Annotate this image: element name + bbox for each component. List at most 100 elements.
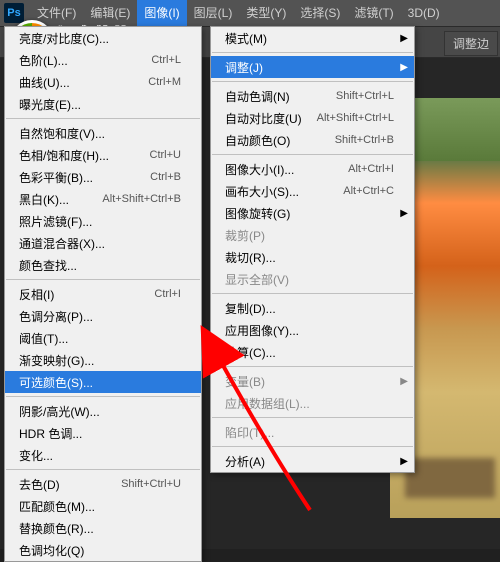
menu-separator: [212, 81, 413, 82]
menu-item[interactable]: 反相(I)Ctrl+I: [5, 283, 201, 305]
menu-item-label: 模式(M): [225, 30, 394, 47]
menu-shortcut: Ctrl+U: [150, 149, 181, 161]
menu-item[interactable]: 通道混合器(X)...: [5, 232, 201, 254]
menu-item[interactable]: 自动色调(N)Shift+Ctrl+L: [211, 85, 414, 107]
menu-item-label: 匹配颜色(M)...: [19, 498, 181, 515]
menu-item-label: 渐变映射(G)...: [19, 352, 181, 369]
menu-item[interactable]: 应用图像(Y)...: [211, 319, 414, 341]
menu-shortcut: Ctrl+I: [154, 288, 181, 300]
menu-item[interactable]: 阴影/高光(W)...: [5, 400, 201, 422]
menu-shortcut: Alt+Shift+Ctrl+L: [317, 112, 394, 124]
menu-item-label: 替换颜色(R)...: [19, 520, 181, 537]
menu-shortcut: Shift+Ctrl+U: [121, 478, 181, 490]
submenu-arrow-icon: ▶: [400, 376, 408, 387]
menu-item[interactable]: 分析(A) ▶: [211, 450, 414, 472]
menu-separator: [212, 446, 413, 447]
adjustments-submenu: 亮度/对比度(C)...色阶(L)...Ctrl+L曲线(U)...Ctrl+M…: [4, 26, 202, 562]
menu-item: 显示全部(V): [211, 268, 414, 290]
menu-item[interactable]: 替换颜色(R)...: [5, 517, 201, 539]
menu-item-label: 变化...: [19, 447, 181, 464]
menu-item-label: 调整(J): [225, 59, 394, 76]
menu-item[interactable]: 颜色查找...: [5, 254, 201, 276]
menu-item[interactable]: 自动颜色(O)Shift+Ctrl+B: [211, 129, 414, 151]
menu-shortcut: Ctrl+L: [151, 54, 181, 66]
menu-shortcut: Shift+Ctrl+B: [335, 134, 394, 146]
menu-item-label: 通道混合器(X)...: [19, 235, 181, 252]
menu-item[interactable]: 渐变映射(G)...: [5, 349, 201, 371]
menu-item-label: 黑白(K)...: [19, 191, 102, 208]
menu-item-label: 分析(A): [225, 453, 394, 470]
menu-shortcut: Alt+Ctrl+I: [348, 163, 394, 175]
menu-item-label: 自动颜色(O): [225, 132, 335, 149]
menu-item-label: 反相(I): [19, 286, 154, 303]
menu-item: 应用数据组(L)...: [211, 392, 414, 414]
menu-item[interactable]: 色调均化(Q): [5, 539, 201, 561]
submenu-arrow-icon: ▶: [400, 456, 408, 467]
menu-item[interactable]: 曲线(U)...Ctrl+M: [5, 71, 201, 93]
menu-item-label: 图像大小(I)...: [225, 161, 348, 178]
menu-item-label: 画布大小(S)...: [225, 183, 343, 200]
menu-separator: [6, 396, 200, 397]
menu-item[interactable]: 黑白(K)...Alt+Shift+Ctrl+B: [5, 188, 201, 210]
menu-separator: [6, 118, 200, 119]
menu-item[interactable]: 阈值(T)...: [5, 327, 201, 349]
menu-item-label: 曲线(U)...: [19, 74, 148, 91]
menu-item[interactable]: 去色(D)Shift+Ctrl+U: [5, 473, 201, 495]
menu-item[interactable]: 自动对比度(U)Alt+Shift+Ctrl+L: [211, 107, 414, 129]
menu-item-label: 照片滤镜(F)...: [19, 213, 181, 230]
menu-shortcut: Ctrl+M: [148, 76, 181, 88]
menu-item[interactable]: HDR 色调...: [5, 422, 201, 444]
menu-select[interactable]: 选择(S): [293, 0, 347, 26]
menu-shortcut: Ctrl+B: [150, 171, 181, 183]
menu-item: 陷印(T)...: [211, 421, 414, 443]
menu-item[interactable]: 照片滤镜(F)...: [5, 210, 201, 232]
menu-item-label: 色调均化(Q): [19, 542, 181, 559]
menu-item[interactable]: 色阶(L)...Ctrl+L: [5, 49, 201, 71]
menu-item-label: 阴影/高光(W)...: [19, 403, 181, 420]
menu-shortcut: Alt+Ctrl+C: [343, 185, 394, 197]
menu-item[interactable]: 色相/饱和度(H)...Ctrl+U: [5, 144, 201, 166]
menu-item-label: 应用数据组(L)...: [225, 395, 394, 412]
menu-item-label: 色阶(L)...: [19, 52, 151, 69]
menu-item[interactable]: 可选颜色(S)...: [5, 371, 201, 393]
menu-item[interactable]: 匹配颜色(M)...: [5, 495, 201, 517]
menu-3d[interactable]: 3D(D): [401, 0, 447, 26]
menu-separator: [6, 279, 200, 280]
menu-item[interactable]: 计算(C)...: [211, 341, 414, 363]
image-menu-dropdown: 模式(M)▶调整(J)▶自动色调(N)Shift+Ctrl+L自动对比度(U)A…: [210, 26, 415, 473]
menu-item-label: 曝光度(E)...: [19, 96, 181, 113]
menu-item[interactable]: 模式(M)▶: [211, 27, 414, 49]
menu-item[interactable]: 曝光度(E)...: [5, 93, 201, 115]
menu-item-label: 显示全部(V): [225, 271, 394, 288]
menu-item-label: 色彩平衡(B)...: [19, 169, 150, 186]
menu-item: 裁剪(P): [211, 224, 414, 246]
submenu-arrow-icon: ▶: [400, 62, 408, 73]
menu-item-label: 复制(D)...: [225, 300, 394, 317]
menu-item[interactable]: 亮度/对比度(C)...: [5, 27, 201, 49]
menu-separator: [212, 366, 413, 367]
menu-item[interactable]: 色调分离(P)...: [5, 305, 201, 327]
menu-item: 变量(B)▶: [211, 370, 414, 392]
menu-item[interactable]: 图像大小(I)...Alt+Ctrl+I: [211, 158, 414, 180]
menu-separator: [212, 293, 413, 294]
menu-item[interactable]: 画布大小(S)...Alt+Ctrl+C: [211, 180, 414, 202]
menu-layer[interactable]: 图层(L): [187, 0, 240, 26]
menu-item-label: 色相/饱和度(H)...: [19, 147, 150, 164]
menu-item[interactable]: 复制(D)...: [211, 297, 414, 319]
menu-item-label: 应用图像(Y)...: [225, 322, 394, 339]
menu-separator: [212, 52, 413, 53]
adjust-edge-button[interactable]: 调整边: [444, 31, 498, 56]
menu-item[interactable]: 自然饱和度(V)...: [5, 122, 201, 144]
menu-item[interactable]: 裁切(R)...: [211, 246, 414, 268]
menu-item[interactable]: 图像旋转(G)▶: [211, 202, 414, 224]
menu-item-label: 阈值(T)...: [19, 330, 181, 347]
menu-shortcut: Shift+Ctrl+L: [336, 90, 394, 102]
menu-item[interactable]: 变化...: [5, 444, 201, 466]
menu-item[interactable]: 调整(J) ▶: [211, 56, 414, 78]
menu-item-label: HDR 色调...: [19, 425, 181, 442]
menu-item-label: 可选颜色(S)...: [19, 374, 181, 391]
menu-item[interactable]: 色彩平衡(B)...Ctrl+B: [5, 166, 201, 188]
menu-type[interactable]: 类型(Y): [239, 0, 293, 26]
menu-filter[interactable]: 滤镜(T): [347, 0, 400, 26]
menu-separator: [6, 469, 200, 470]
